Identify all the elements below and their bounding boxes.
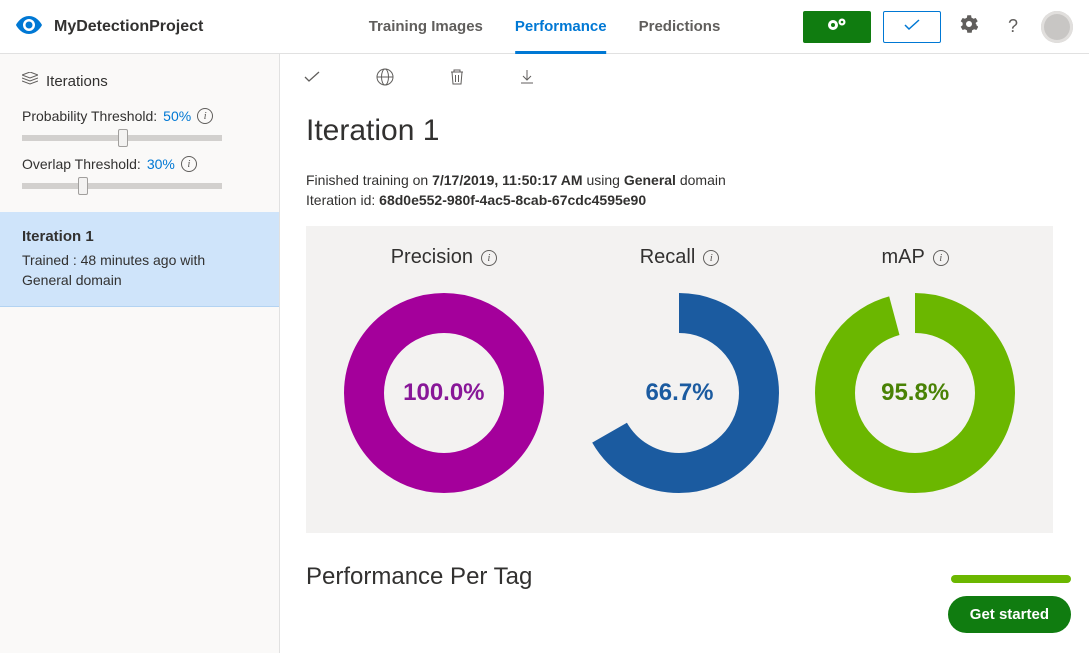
metrics-panel: Precision i 100.0% Recall i (306, 226, 1053, 533)
iteration-heading: Iteration 1 (306, 114, 1053, 148)
recall-label: Recall (640, 246, 696, 269)
app-logo-icon (16, 16, 42, 37)
gear-icon (960, 15, 978, 38)
train-button[interactable] (803, 11, 871, 43)
sidebar: Iterations Probability Threshold: 50% i … (0, 54, 280, 653)
info-icon[interactable]: i (933, 250, 949, 266)
performance-per-tag-heading: Performance Per Tag (306, 563, 1053, 591)
question-icon: ? (1008, 16, 1018, 37)
main-tabs: Training Images Performance Predictions (369, 0, 721, 54)
prob-threshold-slider[interactable] (22, 130, 222, 146)
iteration-item-title: Iteration 1 (22, 228, 257, 245)
quick-test-button[interactable] (883, 11, 941, 43)
sidebar-iteration-item[interactable]: Iteration 1 Trained : 48 minutes ago wit… (0, 212, 279, 307)
metric-precision: Precision i 100.0% (344, 246, 544, 493)
prob-threshold-label: Probability Threshold: (22, 108, 157, 124)
gears-icon (826, 17, 848, 36)
precision-value: 100.0% (344, 293, 544, 493)
download-icon (520, 69, 534, 85)
project-title: MyDetectionProject (54, 18, 203, 36)
metric-recall: Recall i 66.7% (579, 246, 779, 493)
iteration-toolbar (280, 54, 1089, 102)
check-icon (904, 19, 920, 34)
overlap-threshold-value: 30% (147, 156, 175, 172)
settings-button[interactable] (953, 11, 985, 43)
training-finished-line: Finished training on 7/17/2019, 11:50:17… (306, 172, 1053, 188)
recall-value: 66.7% (579, 293, 779, 493)
precision-donut-chart: 100.0% (344, 293, 544, 493)
iteration-id-line: Iteration id: 68d0e552-980f-4ac5-8cab-67… (306, 192, 1053, 208)
info-icon[interactable]: i (481, 250, 497, 266)
app-header: MyDetectionProject Training Images Perfo… (0, 0, 1089, 54)
recall-donut-chart: 66.7% (579, 293, 779, 493)
decorative-strip (951, 575, 1071, 583)
tab-predictions[interactable]: Predictions (639, 0, 721, 54)
map-value: 95.8% (815, 293, 1015, 493)
main-panel: Iteration 1 Finished training on 7/17/20… (280, 54, 1089, 653)
metric-map: mAP i 95.8% (815, 246, 1015, 493)
map-label: mAP (881, 246, 924, 269)
publish-button[interactable] (304, 70, 320, 86)
info-icon[interactable]: i (703, 250, 719, 266)
overlap-threshold-slider[interactable] (22, 178, 222, 194)
globe-icon (376, 68, 394, 86)
iterations-label: Iterations (46, 73, 108, 90)
prediction-url-button[interactable] (376, 68, 394, 89)
get-started-button[interactable]: Get started (948, 596, 1071, 633)
info-icon[interactable]: i (181, 156, 197, 172)
help-button[interactable]: ? (997, 11, 1029, 43)
delete-button[interactable] (450, 69, 464, 88)
export-button[interactable] (520, 69, 534, 88)
trash-icon (450, 69, 464, 85)
precision-label: Precision (391, 246, 473, 269)
tab-performance[interactable]: Performance (515, 0, 607, 54)
info-icon[interactable]: i (197, 108, 213, 124)
overlap-threshold-label: Overlap Threshold: (22, 156, 141, 172)
check-icon (304, 71, 320, 83)
iterations-heading: Iterations (22, 72, 257, 90)
prob-threshold-value: 50% (163, 108, 191, 124)
tab-training-images[interactable]: Training Images (369, 0, 483, 54)
iteration-item-subtitle: Trained : 48 minutes ago with General do… (22, 251, 257, 290)
avatar[interactable] (1041, 11, 1073, 43)
probability-threshold-control: Probability Threshold: 50% i (0, 98, 279, 146)
map-donut-chart: 95.8% (815, 293, 1015, 493)
layers-icon (22, 72, 38, 90)
overlap-threshold-control: Overlap Threshold: 30% i (0, 146, 279, 194)
